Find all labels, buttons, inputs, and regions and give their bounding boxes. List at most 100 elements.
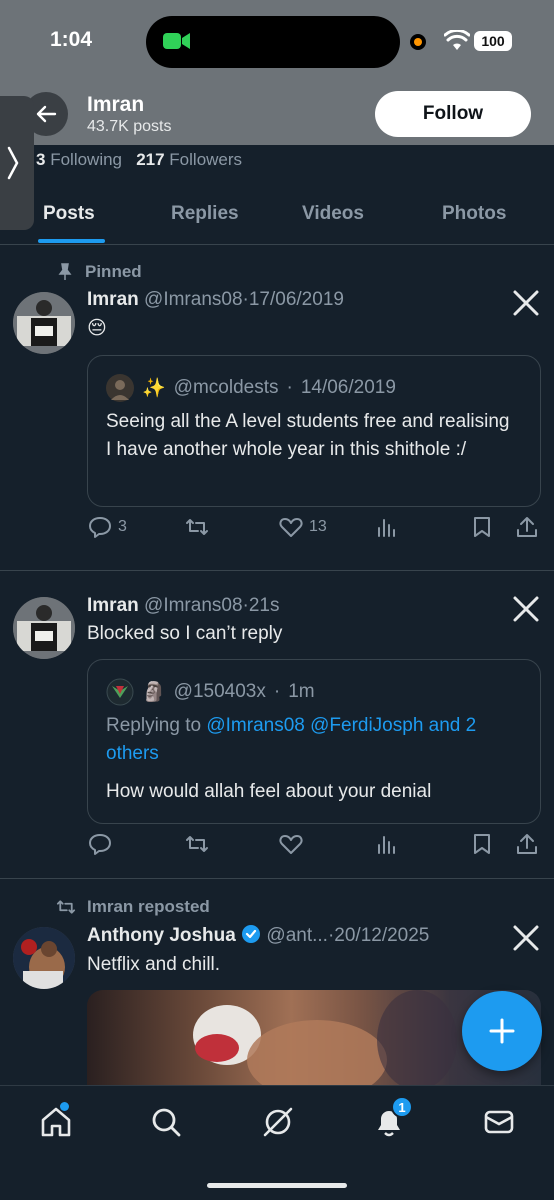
bookmark-button[interactable] [472, 516, 492, 538]
plus-icon [489, 1018, 515, 1044]
post-header: Imran @Imrans08·21s [87, 595, 280, 616]
post-text: Blocked so I can’t reply [87, 623, 283, 644]
avatar [106, 678, 134, 706]
avatar-photo-icon [13, 597, 75, 659]
active-tab-indicator [38, 239, 105, 243]
follow-stats: 3 Following 217 Followers [36, 150, 242, 170]
retweet-button[interactable] [185, 516, 209, 538]
analytics-icon [378, 519, 395, 537]
home-icon [41, 1107, 71, 1137]
mail-icon [484, 1110, 514, 1134]
wifi-icon [444, 30, 470, 50]
post-text: 😔 [87, 318, 107, 339]
avatar-photo-icon [13, 292, 75, 354]
post[interactable]: Imran @Imrans08·21s Blocked so I can’t r… [0, 571, 554, 879]
quoted-text: Seeing all the A level students free and… [106, 411, 510, 460]
avatar[interactable] [13, 597, 75, 659]
reply-button[interactable]: 3 [88, 516, 127, 538]
status-time: 1:04 [50, 28, 93, 51]
recording-indicator-icon [410, 34, 426, 50]
post-date: 21s [248, 595, 280, 616]
bookmark-icon [474, 834, 490, 854]
post-pinned[interactable]: Pinned Imran @Imrans08·17/06/2019 😔 ✨ @m… [0, 246, 554, 571]
nav-messages[interactable] [481, 1104, 517, 1140]
reply-icon [89, 834, 111, 855]
grok-icon [263, 1107, 293, 1137]
x-logo-icon [513, 290, 539, 316]
bookmark-icon [474, 517, 490, 537]
post-header: Anthony Joshua @ant...·20/12/2025 [87, 925, 430, 946]
nav-home[interactable] [38, 1102, 74, 1140]
analytics-icon [378, 836, 395, 854]
post-header: Imran @Imrans08·17/06/2019 [87, 289, 344, 310]
x-logo-icon [513, 596, 539, 622]
post-actions [0, 833, 554, 863]
nav-grok[interactable] [260, 1104, 296, 1140]
nav-notifications[interactable]: 1 [371, 1096, 413, 1140]
like-button[interactable] [279, 833, 303, 855]
tab-videos[interactable]: Videos [302, 203, 364, 225]
dynamic-island [146, 16, 400, 68]
avatar [106, 374, 134, 402]
search-icon [152, 1108, 181, 1137]
avatar-photo-icon [13, 927, 75, 989]
avatar[interactable] [13, 292, 75, 354]
notification-dot [60, 1102, 69, 1111]
post-date: 20/12/2025 [334, 925, 430, 946]
tab-posts[interactable]: Posts [43, 203, 95, 225]
arrow-left-icon [36, 105, 57, 123]
pin-icon [58, 263, 72, 280]
tab-replies[interactable]: Replies [171, 203, 239, 225]
heart-icon [279, 835, 303, 854]
quoted-post[interactable]: ✨ @mcoldests · 14/06/2019 Seeing all the A… [87, 355, 541, 507]
share-button[interactable] [516, 516, 538, 538]
facetime-camera-icon [163, 33, 190, 49]
avatar[interactable] [13, 927, 75, 989]
author-name[interactable]: Imran [87, 595, 139, 616]
quoted-handle: @150403x [173, 681, 266, 702]
retweet-icon [56, 900, 76, 914]
tab-photos[interactable]: Photos [442, 203, 506, 225]
quoted-text: How would allah feel about your denial [106, 781, 432, 802]
following-link[interactable]: 3 Following [36, 150, 122, 169]
heart-icon [279, 518, 303, 537]
share-button[interactable] [516, 833, 538, 855]
retweet-icon [186, 836, 208, 852]
profile-name: Imran [87, 93, 145, 116]
post-actions: 3 13 [0, 516, 554, 546]
nav-search[interactable] [148, 1104, 184, 1140]
author-handle: @Imrans08 [144, 595, 243, 616]
moai-emoji: 🗿 [142, 682, 166, 703]
bookmark-button[interactable] [472, 833, 492, 855]
quoted-date: 14/06/2019 [300, 377, 396, 398]
verified-badge-icon [242, 925, 261, 943]
share-icon [517, 517, 537, 537]
quoted-handle: @mcoldests [173, 377, 279, 398]
quoted-post-header: 🗿 @150403x · 1m [106, 678, 315, 706]
followers-link[interactable]: 217 Followers [136, 150, 242, 169]
post-date: 17/06/2019 [248, 289, 344, 310]
author-name[interactable]: Imran [87, 289, 139, 310]
author-name[interactable]: Anthony Joshua [87, 925, 236, 946]
x-logo-icon [513, 925, 539, 951]
chevron-right-icon [7, 146, 19, 180]
home-indicator [207, 1183, 347, 1188]
views-button[interactable] [376, 516, 398, 538]
reply-button[interactable] [88, 833, 112, 855]
battery-icon: 100 [474, 31, 512, 51]
quoted-post[interactable]: 🗿 @150403x · 1m Replying to @Imrans08 @Fer… [87, 659, 541, 824]
post-text: Netflix and chill. [87, 954, 221, 975]
author-handle: @ant... [266, 925, 328, 946]
replying-to: Replying to @Imrans08 @FerdiJosph and 2 … [106, 715, 477, 764]
like-button[interactable]: 13 [279, 516, 327, 538]
compose-button[interactable] [462, 991, 542, 1071]
profile-tabs: Posts Replies Videos Photos [0, 190, 554, 245]
follow-button[interactable]: Follow [375, 91, 531, 137]
author-handle: @Imrans08 [144, 289, 243, 310]
retweet-button[interactable] [185, 833, 209, 855]
views-button[interactable] [376, 833, 398, 855]
notifications-badge: 1 [391, 1096, 413, 1118]
reply-icon [89, 517, 111, 538]
quoted-date: 1m [288, 681, 315, 702]
pinned-context: Pinned [55, 262, 142, 282]
